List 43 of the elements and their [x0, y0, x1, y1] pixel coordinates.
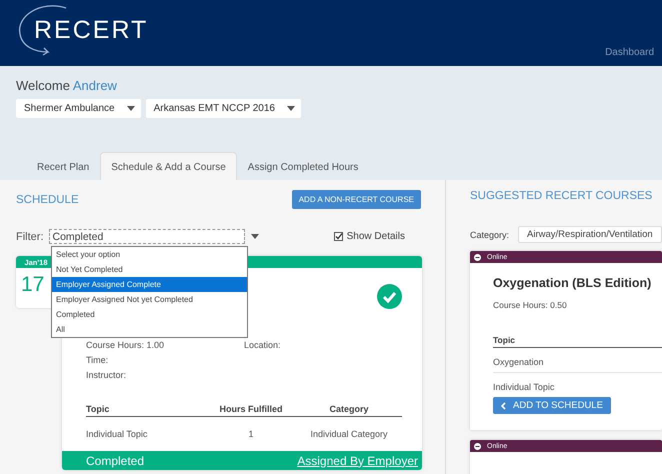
- chevron-left-icon: [501, 402, 506, 410]
- collapse-icon[interactable]: [474, 442, 481, 450]
- category-label: Category:: [470, 230, 510, 240]
- table-cell-text: Individual Topic: [86, 428, 148, 439]
- table-cell-text: Individual Category: [309, 428, 389, 439]
- table-cell-text: 1: [247, 428, 254, 439]
- logo: RECERT: [16, 4, 148, 56]
- caret-icon: [250, 234, 258, 239]
- tab[interactable]: Recert Plan: [26, 152, 100, 180]
- caret-icon: [286, 106, 295, 111]
- time-label: Time:: [86, 355, 110, 365]
- column-header: Hours Fulfilled: [206, 404, 296, 417]
- dropdown-option[interactable]: Employer Assigned Complete: [52, 277, 247, 292]
- dashboard-link[interactable]: Dashboard: [605, 47, 654, 58]
- status-text: Completed: [86, 454, 144, 468]
- add-course-button[interactable]: ADD A NON-RECERT COURSE: [292, 190, 421, 209]
- collapse-icon[interactable]: [474, 254, 481, 260]
- show-details-checkbox[interactable]: Show Details: [334, 231, 405, 242]
- dropdown-option[interactable]: All: [52, 322, 247, 337]
- section-title: SCHEDULE: [16, 194, 79, 206]
- tab[interactable]: Schedule & Add a Course: [100, 152, 237, 180]
- course-hours: Course Hours: 0.50: [493, 300, 568, 310]
- dropdown-option[interactable]: Completed: [52, 307, 247, 322]
- filter-label: Filter:: [16, 230, 44, 242]
- course-title: Oxygenation (BLS Edition): [493, 276, 652, 290]
- topic-cell-text: Individual Topic: [493, 381, 556, 394]
- tab[interactable]: Assign Completed Hours: [236, 152, 370, 180]
- select-dropdown[interactable]: Arkansas EMT NCCP 2016: [146, 99, 301, 118]
- instructor-label: Instructor:: [86, 370, 128, 380]
- welcome-text: Welcome Andrew: [16, 78, 118, 93]
- location-label: Location:: [244, 340, 282, 350]
- topic-cell: Oxygenation: [493, 348, 662, 373]
- checkbox-icon[interactable]: [334, 232, 343, 241]
- course-hours: Course Hours: 1.00: [86, 340, 166, 350]
- filter-select[interactable]: Completed: [48, 229, 244, 244]
- caret-icon: [126, 106, 135, 111]
- column-header: Topic: [493, 335, 662, 348]
- column-header: Topic: [86, 404, 206, 417]
- category-select[interactable]: Airway/Respiration/Ventilation: [518, 226, 662, 243]
- column-header: Category: [296, 404, 402, 417]
- add-to-schedule-button[interactable]: ADD TO SCHEDULE: [493, 397, 611, 414]
- section-title: SUGGESTED RECERT COURSES: [470, 190, 654, 202]
- select-dropdown[interactable]: Shermer Ambulance: [16, 99, 141, 118]
